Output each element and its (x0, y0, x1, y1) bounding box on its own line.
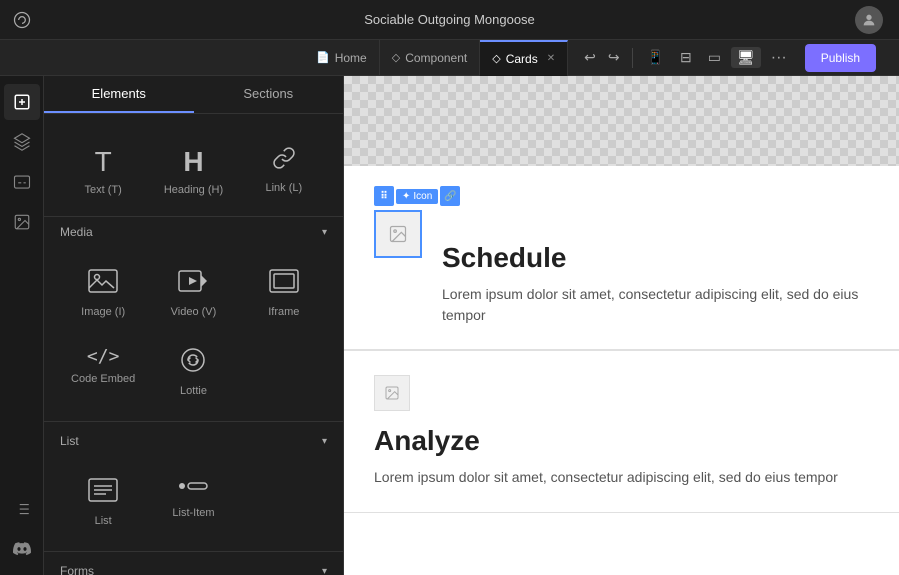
media-chevron-icon: ▾ (322, 227, 327, 238)
link-icon (272, 146, 296, 176)
canvas-content: ⠿ ✦Icon 🔗 Schedule (344, 76, 899, 575)
list-chevron-icon: ▾ (322, 436, 327, 447)
card-schedule-body: Lorem ipsum dolor sit amet, consectetur … (442, 284, 869, 326)
more-options-button[interactable]: ··· (765, 47, 793, 69)
mobile-view-button[interactable]: 📱 (641, 47, 670, 68)
assets-button[interactable] (4, 204, 40, 240)
list-element[interactable]: List (60, 464, 146, 539)
tab-component[interactable]: ◇ Component (380, 40, 481, 76)
app-logo (0, 10, 44, 30)
sidebar: Elements Sections T Text (T) H Heading (… (44, 76, 344, 575)
card-schedule-content: Schedule Lorem ipsum dolor sit amet, con… (374, 190, 869, 326)
forms-section-header[interactable]: Forms ▾ (44, 556, 343, 575)
canvas-area: ⠿ ✦Icon 🔗 Schedule (344, 76, 899, 575)
link-element[interactable]: Link (L) (241, 134, 327, 208)
canvas-scroll[interactable]: ⠿ ✦Icon 🔗 Schedule (344, 76, 899, 575)
card-schedule[interactable]: ⠿ ✦Icon 🔗 Schedule (344, 166, 899, 351)
forms-chevron-icon: ▾ (322, 566, 327, 575)
lottie-icon (179, 346, 207, 379)
home-tab-icon: 📄 (316, 51, 330, 64)
sidebar-tabs: Elements Sections (44, 76, 343, 114)
list-section: List ▾ List List-Item (44, 426, 343, 547)
tabbar-divider (632, 48, 633, 68)
card-analyze-title: Analyze (374, 425, 869, 457)
text-icon: T (95, 146, 112, 178)
list-grid: List List-Item (44, 456, 343, 547)
iframe-element[interactable]: Iframe (241, 255, 327, 330)
analyze-icon (374, 375, 410, 411)
sidebar-tab-sections[interactable]: Sections (194, 76, 344, 113)
image-element[interactable]: Image (I) (60, 255, 146, 330)
image-icon (87, 267, 119, 300)
card-schedule-title: Schedule (442, 242, 869, 274)
list-section-header[interactable]: List ▾ (44, 426, 343, 456)
heading-label: Heading (H) (164, 184, 223, 196)
media-grid: Image (I) Video (V) Iframe (44, 247, 343, 417)
link-label: Link (L) (265, 182, 302, 194)
typography-section: T Text (T) H Heading (H) Link (L) (44, 122, 343, 217)
tab-cards[interactable]: ◇ Cards ✕ (480, 40, 568, 76)
add-element-button[interactable] (4, 84, 40, 120)
list-view-button[interactable] (4, 491, 40, 527)
sidebar-tab-elements[interactable]: Elements (44, 76, 194, 113)
heading-icon: H (183, 146, 203, 178)
user-avatar[interactable] (855, 6, 883, 34)
component-tab-icon: ◇ (392, 51, 400, 64)
heading-element[interactable]: H Heading (H) (150, 134, 236, 208)
tab-home[interactable]: 📄 Home (304, 40, 380, 76)
tablet-view-button[interactable]: ⊟ (674, 47, 698, 68)
icon-bar (0, 76, 44, 575)
list-item-element[interactable]: List-Item (150, 464, 236, 539)
section-divider-1 (44, 421, 343, 422)
forms-section: Forms ▾ (44, 556, 343, 575)
list-item-icon (177, 476, 209, 501)
tabbar-actions: ↩ ↪ 📱 ⊟ ▭ 🖥 ··· Publish (572, 44, 884, 72)
tablet-landscape-button[interactable]: ▭ (702, 47, 727, 68)
iframe-icon (268, 267, 300, 300)
layers-button[interactable] (4, 124, 40, 160)
lottie-element[interactable]: Lottie (150, 334, 236, 409)
video-icon (177, 267, 209, 300)
project-title: Sociable Outgoing Mongoose (364, 12, 535, 27)
tab-close-button[interactable]: ✕ (547, 53, 555, 64)
code-embed-icon: </> (87, 346, 120, 367)
topbar: Sociable Outgoing Mongoose (0, 0, 899, 40)
analyze-icon-placeholder (374, 375, 869, 411)
text-label: Text (T) (85, 184, 122, 196)
media-section-header[interactable]: Media ▾ (44, 217, 343, 247)
redo-button[interactable]: ↪ (604, 47, 624, 68)
desktop-view-button[interactable]: 🖥 (731, 47, 761, 68)
main-area: Elements Sections T Text (T) H Heading (… (0, 76, 899, 575)
section-divider-2 (44, 551, 343, 552)
undo-button[interactable]: ↩ (580, 47, 600, 68)
cards-tab-icon: ◇ (492, 52, 500, 65)
icon-bar-bottom (4, 491, 40, 575)
tabbar: 📄 Home ◇ Component ◇ Cards ✕ ↩ ↪ 📱 ⊟ ▭ 🖥… (0, 40, 899, 76)
typography-grid: T Text (T) H Heading (H) Link (L) (44, 126, 343, 216)
text-element[interactable]: T Text (T) (60, 134, 146, 208)
publish-button[interactable]: Publish (805, 44, 876, 72)
discord-button[interactable] (4, 531, 40, 567)
sidebar-content: T Text (T) H Heading (H) Link (L) (44, 114, 343, 575)
list-icon (87, 476, 119, 509)
code-embed-element[interactable]: </> Code Embed (60, 334, 146, 409)
card-analyze[interactable]: Analyze Lorem ipsum dolor sit amet, cons… (344, 351, 899, 513)
video-element[interactable]: Video (V) (150, 255, 236, 330)
styles-button[interactable] (4, 164, 40, 200)
media-section: Media ▾ Image (I) Video (V) (44, 217, 343, 417)
canvas-checkered-bg (344, 76, 899, 166)
card-analyze-body: Lorem ipsum dolor sit amet, consectetur … (374, 467, 869, 488)
card-separator (344, 349, 899, 350)
